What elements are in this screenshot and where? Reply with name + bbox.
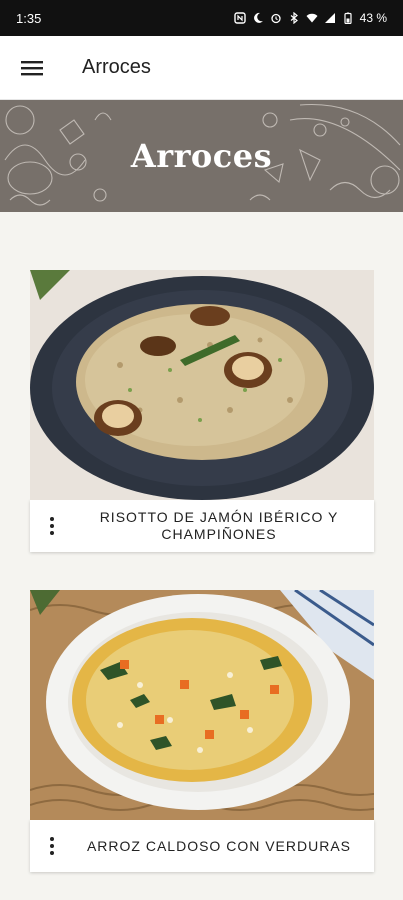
more-options-button[interactable] (30, 500, 74, 552)
more-vert-icon (50, 517, 54, 535)
recipe-caption[interactable]: ARROZ CALDOSO CON VERDURAS (30, 820, 374, 872)
page-title: Arroces (82, 56, 151, 78)
status-time: 1:35 (16, 10, 42, 26)
hamburger-menu-icon (21, 60, 43, 75)
category-banner: Arroces (0, 100, 403, 212)
recipe-card[interactable]: ARROZ CALDOSO CON VERDURAS (30, 590, 374, 872)
recipe-title[interactable]: RISOTTO DE JAMÓN IBÉRICO Y CHAMPIÑONES (74, 509, 374, 543)
recipe-image[interactable] (30, 590, 374, 820)
recipe-caption[interactable]: RISOTTO DE JAMÓN IBÉRICO Y CHAMPIÑONES (30, 500, 374, 552)
more-options-button[interactable] (30, 820, 74, 872)
risotto-photo (30, 270, 374, 500)
banner-title: Arroces (130, 137, 273, 175)
nfc-icon (233, 12, 246, 24)
recipe-title[interactable]: ARROZ CALDOSO CON VERDURAS (74, 838, 374, 855)
status-icons: 43 % (233, 11, 387, 25)
bluetooth-icon (290, 12, 298, 24)
recipe-image[interactable] (30, 270, 374, 500)
app-bar: Arroces (0, 36, 403, 100)
moon-icon (253, 12, 263, 23)
battery-icon (344, 12, 352, 24)
more-vert-icon (50, 837, 54, 855)
alarm-icon (270, 13, 281, 24)
signal-icon (324, 13, 335, 23)
wifi-icon (306, 13, 318, 23)
recipe-card[interactable]: RISOTTO DE JAMÓN IBÉRICO Y CHAMPIÑONES (30, 270, 374, 552)
menu-button[interactable] (0, 36, 64, 100)
status-bar: 1:35 43 % (0, 0, 403, 36)
battery-percent: 43 % (359, 11, 387, 25)
arroz-caldoso-photo (30, 590, 374, 820)
